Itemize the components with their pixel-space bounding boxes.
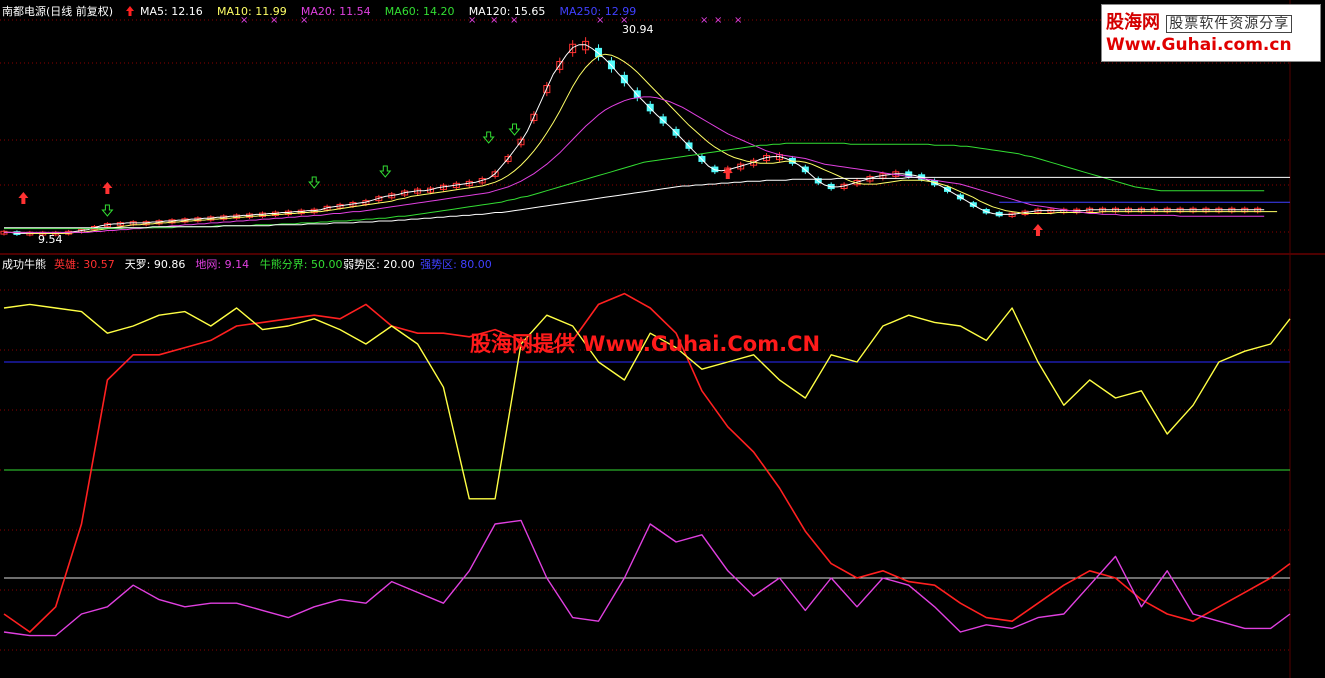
up-arrow-icon: [126, 6, 134, 16]
logo-slogan: 股票软件资源分享: [1166, 15, 1293, 33]
cross-marker-icon: ×: [700, 15, 708, 26]
price-header-legend: 南都电源(日线 前复权) MA5: 12.16 MA10: 11.99 MA20: …: [2, 4, 636, 18]
buy-arrow-icon: [1032, 224, 1043, 236]
indicator-header-legend: 成功牛熊 英雄: 30.57 天罗: 90.86 地网: 9.14 牛熊分界: 50.…: [2, 257, 492, 271]
buy-arrow-icon: [18, 192, 29, 204]
sell-arrow-icon: [482, 131, 495, 144]
sell-arrow-icon: [101, 204, 114, 217]
cross-marker-icon: ×: [714, 15, 722, 26]
indicator-legend-item: 弱势区: 20.00: [343, 258, 415, 271]
watermark-text: 股海网提供 Www.Guhai.Com.CN: [470, 332, 821, 356]
sell-arrow-icon: [379, 165, 392, 178]
cross-marker-icon: ×: [734, 15, 742, 26]
indicator-legend-item: 地网: 9.14: [195, 258, 249, 271]
ma-legend-item: MA5: 12.16: [140, 5, 203, 18]
logo-brand: 股海网: [1106, 12, 1160, 33]
ma-legend-item: MA60: 14.20: [385, 5, 455, 18]
sell-arrow-icon: [508, 123, 521, 136]
indicator-legend-item: 牛熊分界: 50.00: [260, 257, 343, 271]
sell-arrow-icon: [308, 176, 321, 189]
indicator-legend-item: 天罗: 90.86: [125, 258, 186, 271]
site-logo[interactable]: 股海网 股票软件资源分享 Www.Guhai.com.cn: [1101, 4, 1321, 62]
ma-line-ma60: [4, 142, 1265, 230]
ma-legend-item: MA10: 11.99: [217, 5, 287, 18]
signal-markers: × × × × × × × × × × ×: [18, 15, 1043, 236]
low-price-label: 9.54: [38, 233, 63, 246]
indicator-legend-item: 强势区: 80.00: [420, 258, 492, 271]
ma-line-ma5: [4, 44, 1265, 234]
logo-url: Www.Guhai.com.cn: [1106, 35, 1292, 55]
stock-title: 南都电源(日线 前复权): [2, 4, 113, 18]
buy-arrow-icon: [102, 182, 113, 194]
indicator-legend-item: 英雄: 30.57: [54, 257, 115, 271]
ma-legend-item: MA250: 12.99: [560, 5, 637, 18]
ma-line-ma10: [4, 53, 1278, 234]
high-price-label: 30.94: [622, 23, 654, 36]
ma-legend-item: MA20: 11.54: [301, 5, 371, 18]
ma-legend-item: MA120: 15.65: [469, 5, 546, 18]
logo-brand-line: 股海网 股票软件资源分享: [1106, 8, 1293, 34]
indicator-title: 成功牛熊: [2, 257, 46, 271]
